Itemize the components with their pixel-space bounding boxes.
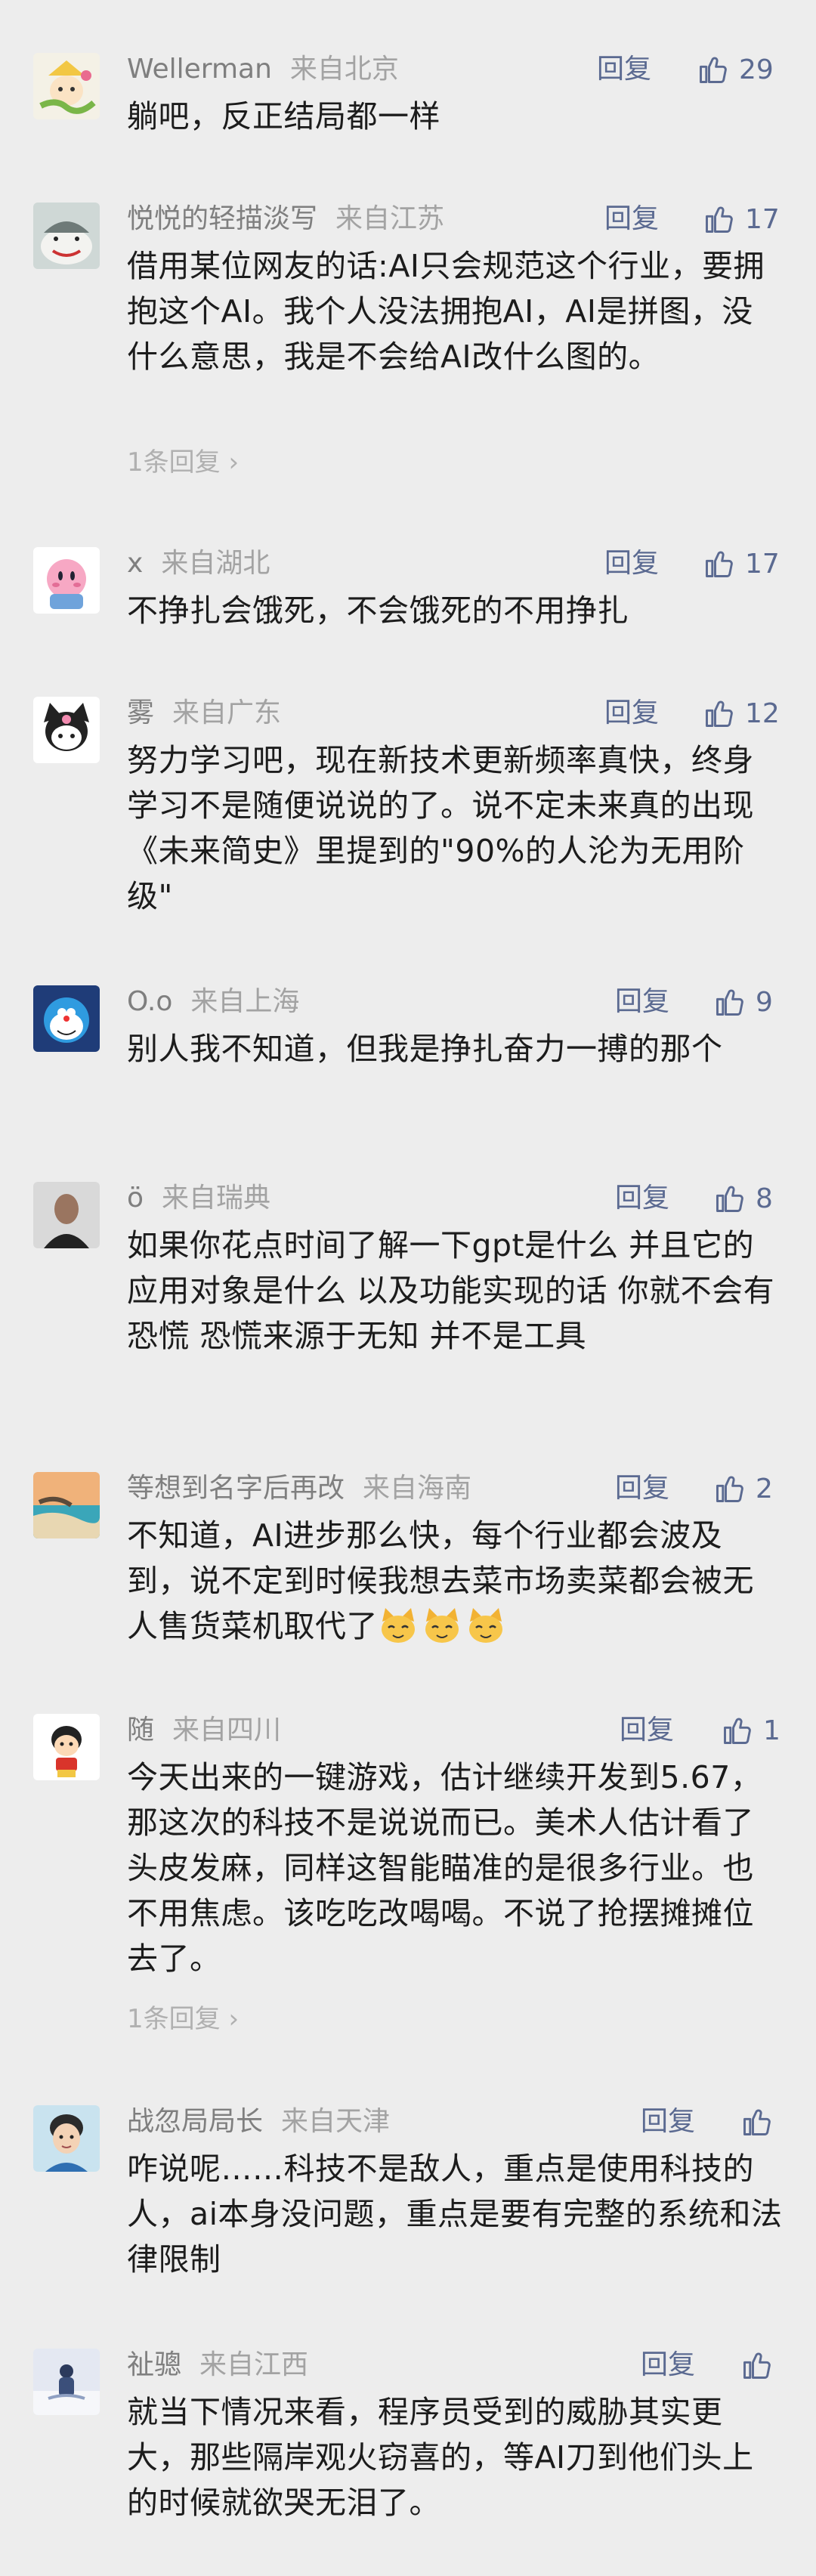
location-label: 来自上海 [190, 986, 300, 1017]
boy-portrait-avatar[interactable] [33, 2105, 100, 2172]
comment-meta: 祉骢 来自江西 [127, 2346, 308, 2385]
crayon-shin-chan-avatar[interactable] [33, 1714, 100, 1780]
like-count: 17 [745, 548, 780, 580]
like-count: 8 [756, 1183, 773, 1214]
comment-text: 不挣扎会饿死，不会饿死的不用挣扎 [127, 592, 629, 629]
like-button[interactable]: 17 [703, 199, 780, 239]
comment-text: 借用某位网友的话:AI只会规范这个行业，要拥抱这个AI。我个人没法拥抱AI，AI… [127, 248, 765, 375]
comment-meta: 悦悦的轻描淡写 来自江苏 [127, 199, 444, 239]
reply-button[interactable]: 回复 [615, 1469, 669, 1508]
location-label: 来自江苏 [335, 203, 445, 234]
reply-button[interactable]: 回复 [604, 199, 659, 239]
like-button[interactable] [740, 2346, 783, 2385]
cartoon-character-avatar[interactable] [33, 53, 100, 119]
comment-meta: O.o 来自上海 [127, 982, 299, 1022]
comment-text: 不知道，AI进步那么快，每个行业都会波及到，说不定到时候我想去菜市场卖菜都会被无… [127, 1517, 754, 1644]
username[interactable]: 祉骢 [127, 2349, 181, 2380]
location-label: 来自湖北 [161, 548, 270, 579]
location-label: 来自天津 [281, 2106, 391, 2137]
thumbs-up-icon [706, 551, 733, 577]
comment-meta: 雾来自广东 [127, 694, 281, 733]
thumbs-up-icon [716, 1186, 743, 1212]
person-photo-avatar[interactable] [33, 1182, 100, 1248]
username[interactable]: 随 [127, 1715, 154, 1746]
like-button[interactable]: 1 [721, 1711, 780, 1750]
like-button[interactable]: 2 [713, 1469, 773, 1508]
like-count: 2 [756, 1473, 773, 1504]
thumbs-up-icon [724, 1718, 751, 1744]
username[interactable]: Wellerman [127, 54, 272, 85]
reply-button[interactable]: 回复 [620, 1711, 674, 1750]
comment-text: 今天出来的一键游戏，估计继续开发到5.67，那这次的科技不是说说而已。美术人估计… [127, 1759, 762, 1977]
kirby-avatar[interactable] [33, 547, 100, 614]
username[interactable]: ö [127, 1183, 144, 1214]
comment-meta: Wellerman 来自北京 [127, 50, 399, 89]
location-label: 来自江西 [199, 2349, 309, 2380]
thumbs-up-icon [700, 57, 727, 83]
reply-button[interactable]: 回复 [597, 50, 651, 89]
comment-meta: x 来自湖北 [127, 544, 270, 583]
shark-avatar[interactable] [33, 203, 100, 269]
doraemon-avatar[interactable] [33, 985, 100, 1052]
username[interactable]: 悦悦的轻描淡写 [127, 203, 317, 234]
reply-button[interactable]: 回复 [604, 694, 659, 733]
like-count: 29 [739, 54, 774, 85]
comment-text: 别人我不知道，但我是挣扎奋力一搏的那个 [127, 1031, 723, 1067]
like-count: 17 [745, 203, 780, 235]
comment-meta: 随来自四川 [127, 1711, 281, 1750]
smirk-cat-emoji [469, 1608, 502, 1643]
thumbs-up-icon [743, 2109, 771, 2135]
like-button[interactable] [740, 2102, 783, 2142]
thumbs-up-icon [706, 700, 733, 727]
like-count: 9 [756, 986, 773, 1018]
comment-meta: 战忽局局长 来自天津 [127, 2102, 390, 2142]
comment-text: 就当下情况来看，程序员受到的威胁其实更大，那些隔岸观火窃喜的，等AI刀到他们头上… [127, 2394, 754, 2521]
username[interactable]: O.o [127, 986, 172, 1017]
thumbs-up-icon [716, 1476, 743, 1502]
like-button[interactable]: 9 [713, 982, 773, 1022]
reply-button[interactable]: 回复 [615, 982, 669, 1022]
username[interactable]: x [127, 548, 143, 579]
beach-landscape-avatar[interactable] [33, 1472, 100, 1538]
like-button[interactable]: 8 [713, 1179, 773, 1218]
view-replies-link[interactable]: 1条回复 › [127, 1998, 239, 2035]
thumbs-up-icon [706, 206, 733, 233]
location-label: 来自北京 [289, 54, 399, 85]
location-label: 来自瑞典 [162, 1183, 271, 1214]
reply-button[interactable]: 回复 [641, 2102, 695, 2142]
comment-text: 努力学习吧，现在新技术更新频率真快，终身学习不是随便说说的了。说不定未来真的出现… [127, 742, 754, 914]
like-count: 12 [745, 697, 780, 729]
kuromi-avatar[interactable] [33, 697, 100, 763]
chevron-right-icon: › [228, 447, 240, 478]
smirk-cat-emoji [425, 1608, 459, 1643]
like-button[interactable]: 12 [703, 694, 780, 733]
smirk-cat-emoji [382, 1608, 415, 1643]
username[interactable]: 等想到名字后再改 [127, 1473, 345, 1504]
location-label: 来自广东 [172, 697, 282, 728]
username[interactable]: 雾 [127, 697, 154, 728]
like-button[interactable]: 29 [697, 50, 774, 89]
like-button[interactable]: 17 [703, 544, 780, 583]
thumbs-up-icon [743, 2352, 771, 2379]
username[interactable]: 战忽局局长 [127, 2106, 263, 2137]
thumbs-up-icon [716, 989, 743, 1016]
comment-text: 咋说呢……科技不是敌人，重点是使用科技的人，ai本身没问题，重点是要有完整的系统… [127, 2151, 783, 2278]
snow-figure-avatar[interactable] [33, 2349, 100, 2415]
reply-button[interactable]: 回复 [641, 2346, 695, 2385]
like-count: 1 [763, 1715, 780, 1746]
comment-text: 如果你花点时间了解一下gpt是什么 并且它的应用对象是什么 以及功能实现的话 你… [127, 1227, 775, 1354]
location-label: 来自四川 [172, 1715, 282, 1746]
comment-text: 躺吧，反正结局都一样 [127, 98, 440, 135]
location-label: 来自海南 [363, 1473, 472, 1504]
reply-button[interactable]: 回复 [604, 544, 659, 583]
comment-meta: ö 来自瑞典 [127, 1179, 270, 1218]
chevron-right-icon: › [228, 2004, 240, 2034]
view-replies-link[interactable]: 1条回复 › [127, 441, 239, 478]
reply-button[interactable]: 回复 [615, 1179, 669, 1218]
comment-meta: 等想到名字后再改 来自海南 [127, 1469, 471, 1508]
